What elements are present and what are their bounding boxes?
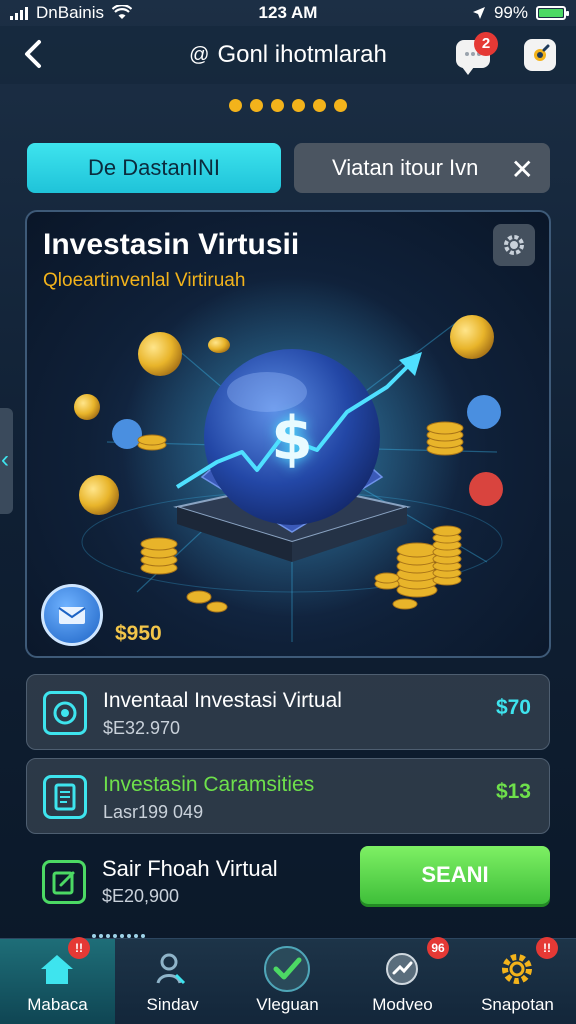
nav-label-snapotan: Snapotan [481,995,554,1014]
card-2-title: Investasin Caramsities [103,773,315,796]
tab-viatan-label: Viatan itour Ivn [332,155,479,180]
seani-button[interactable]: SEANI [360,846,550,904]
nav-item-mabaca[interactable]: !! Mabaca [0,937,115,1024]
signal-icon [10,6,28,20]
investment-card-2[interactable]: Investasin Caramsities Lasr199 049 $13 [26,758,550,834]
tab-viatan[interactable]: Viatan itour Ivn ✕ [294,143,550,193]
hero-settings-button[interactable] [493,224,535,266]
title-glyph: @ [189,43,210,66]
nav-label-modveo: Modveo [372,995,433,1014]
hero-card: Investasin Virtusii Qloeartinvenlal Virt… [25,210,551,658]
carousel-dot[interactable] [250,99,263,112]
nav-item-snapotan[interactable]: !! Snapotan [460,937,575,1024]
nav-item-modveo[interactable]: 96 Modveo [345,937,460,1024]
gear-icon [497,949,537,989]
row3-title: Sair Fhoah Virtual [102,856,278,881]
people-icon [152,949,192,989]
row3-icon-frame [42,860,86,904]
side-drawer-handle[interactable] [0,408,13,514]
page-title-text: Gonl ihotmlarah [217,41,387,68]
profile-button[interactable] [524,39,556,71]
card-1-subtitle: $E32.970 [103,718,181,738]
card-2-icon-frame [43,775,87,819]
pacifier-icon [534,44,550,61]
nav-label-sindav: Sindav [146,995,199,1014]
nav-label-mabaca: Mabaca [27,995,88,1014]
nav-label-vleguan: Vleguan [256,995,319,1014]
carousel-dot[interactable] [334,99,347,112]
chevron-left-icon [25,40,41,68]
card-2-value: $13 [495,780,531,803]
shield-check-icon [263,945,311,993]
document-icon [54,783,76,811]
gear-icon [504,235,524,255]
back-button[interactable] [18,36,48,72]
close-icon[interactable]: ✕ [511,153,534,186]
row3-subtitle: $E20,900 [102,886,180,906]
page-title: @ Gonl ihotmlarah [189,41,387,69]
nav-badge-snapotan: !! [536,937,558,959]
nav-badge-modveo: 96 [427,937,449,959]
tab-dastanini-label: De DastanINI [87,155,221,180]
tab-dastanini[interactable]: De DastanINI [27,143,281,193]
mail-badge[interactable] [41,584,103,646]
battery-icon [536,6,569,20]
card-1-title: Inventaal Investasi Virtual [103,689,342,712]
battery-fill [539,9,563,17]
chart-icon [382,949,422,989]
chat-badge: 2 [474,32,498,56]
nav-badge-mabaca: !! [68,937,90,959]
investment-card-1[interactable]: Inventaal Investasi Virtual $E32.970 $70 [26,674,550,750]
status-left: DnBainis [10,3,133,23]
carousel-dot[interactable] [292,99,305,112]
carousel-dot[interactable] [271,99,284,112]
nav-item-vleguan[interactable]: Vleguan [230,939,345,1024]
bottom-nav: !! Mabaca Sindav Vleguan 96 Modveo !! Sn… [0,937,576,1024]
carousel-indicator [0,99,576,112]
card-2-subtitle: Lasr199 049 [103,802,204,822]
carousel-dot[interactable] [313,99,326,112]
hero-title: Investasin Virtusii [43,228,300,261]
hero-subtitle: Qloeartinvenlal Virtiruah [43,270,246,291]
wifi-icon [112,5,133,19]
card-1-icon-frame [43,691,87,735]
battery-percent: 99% [493,3,528,22]
envelope-icon [58,607,86,624]
status-bar: DnBainis 123 AM 99% [0,0,576,26]
location-arrow-icon [472,7,485,19]
app-header: @ Gonl ihotmlarah 2 [0,26,576,84]
hero-amount: $950 [115,622,162,645]
target-icon [53,701,77,725]
card-1-value: $70 [495,696,531,719]
carrier-name: DnBainis [36,3,105,22]
status-right: 99% [472,3,569,23]
edit-note-icon [52,871,75,895]
carousel-dot[interactable] [229,99,242,112]
nav-item-sindav[interactable]: Sindav [115,939,230,1024]
hero-dollar-sign: $ [271,404,313,474]
